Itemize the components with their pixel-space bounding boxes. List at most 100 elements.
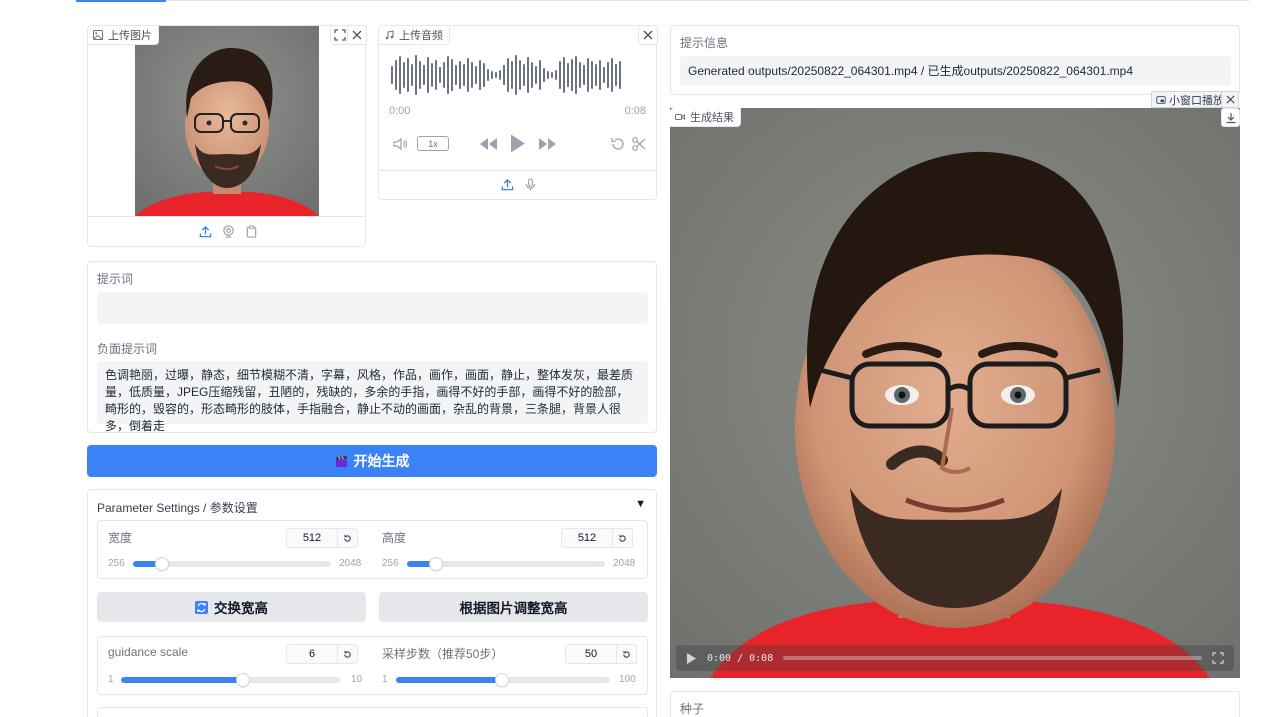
volume-icon[interactable] (392, 136, 408, 152)
width-number-input[interactable]: 512 (286, 528, 358, 548)
video-progress-bar[interactable] (783, 656, 1202, 660)
reset-icon (344, 534, 351, 542)
guidance-scale-value[interactable]: 6 (287, 648, 337, 660)
reset-icon[interactable] (610, 136, 626, 152)
video-time: 0:00 / 0:08 (707, 652, 774, 664)
tab-bar-divider (76, 0, 1250, 1)
collapse-toggle-icon[interactable]: ▼ (635, 498, 646, 510)
active-tab-indicator (76, 0, 166, 2)
parameter-settings-title[interactable]: Parameter Settings / 参数设置 (97, 499, 258, 516)
waveform-bar (455, 65, 457, 85)
height-slider[interactable] (407, 558, 605, 570)
height-number-input[interactable]: 512 (561, 528, 633, 548)
width-reset-button[interactable] (337, 529, 357, 547)
guidance-scale-reset-button[interactable] (337, 645, 357, 663)
waveform-bar (423, 65, 425, 85)
fit-to-image-button[interactable]: 根据图片调整宽高 (379, 592, 648, 622)
info-output: Generated outputs/20250822_064301.mp4 / … (680, 56, 1231, 86)
clear-audio-button[interactable] (638, 25, 658, 45)
waveform-bar (519, 60, 521, 90)
waveform-bar (603, 67, 605, 83)
swap-dimensions-button[interactable]: 交换宽高 (97, 592, 366, 622)
waveform-bar (599, 60, 601, 90)
mini-player-label: 小窗口播放 (1169, 94, 1224, 107)
width-slider[interactable] (133, 558, 331, 570)
fast-forward-icon[interactable] (538, 137, 558, 151)
waveform-bar (439, 67, 441, 83)
waveform-bar (459, 61, 461, 89)
prompt-label: 提示词 (97, 272, 134, 286)
guidance-scale-slider-fill (121, 677, 243, 683)
waveform-bar (399, 56, 401, 94)
guidance-scale-label: guidance scale (108, 645, 189, 659)
waveform-bar (435, 60, 437, 90)
mini-player-button[interactable]: 小窗口播放 (1151, 91, 1229, 108)
waveform-bar (463, 64, 465, 86)
sampling-steps-slider[interactable] (396, 674, 610, 686)
audio-upload-panel: 上传音频 0:00 0:08 1x (378, 25, 658, 200)
height-slider-thumb[interactable] (429, 558, 442, 570)
close-mini-player-button[interactable] (1221, 91, 1239, 108)
height-value[interactable]: 512 (562, 532, 612, 544)
clipboard-icon[interactable] (245, 225, 258, 238)
height-label: 高度 (382, 531, 407, 545)
sampling-steps-slider-thumb[interactable] (495, 674, 508, 686)
start-generate-button[interactable]: 开始生成 (87, 445, 657, 477)
waveform-bar (555, 70, 557, 80)
clear-image-button[interactable] (347, 25, 367, 45)
start-generate-label: 开始生成 (353, 453, 410, 469)
width-value[interactable]: 512 (287, 532, 337, 544)
width-max: 2048 (339, 558, 362, 569)
prompt-input[interactable] (97, 292, 648, 324)
video-play-icon[interactable] (686, 652, 697, 665)
audio-waveform[interactable] (391, 54, 647, 96)
waveform-bar (447, 56, 449, 94)
waveform-bar (543, 68, 545, 82)
rewind-icon[interactable] (478, 137, 498, 151)
picture-in-picture-icon (1156, 95, 1166, 104)
waveform-bar (419, 61, 421, 89)
trim-scissors-icon[interactable] (631, 136, 647, 152)
video-controls: 0:00 / 0:08 (676, 645, 1234, 671)
sampling-steps-number-input[interactable]: 50 (565, 644, 637, 664)
waveform-bar (595, 64, 597, 86)
width-slider-thumb[interactable] (155, 558, 168, 570)
width-min: 256 (108, 558, 125, 569)
waveform-bar (591, 61, 593, 89)
sampling-steps-value[interactable]: 50 (566, 648, 616, 660)
sampling-settings-box: guidance scale 6 1 10 采样步数（推荐50步） 50 1 1… (97, 636, 648, 695)
height-reset-button[interactable] (612, 529, 632, 547)
seed-label: 种子 (680, 702, 705, 716)
waveform-bar (523, 64, 525, 86)
video-fullscreen-icon[interactable] (1212, 652, 1224, 664)
result-video-tag: 生成结果 (670, 108, 741, 127)
negative-prompt-label: 负面提示词 (97, 342, 158, 356)
close-icon (643, 30, 653, 40)
upload-icon[interactable] (501, 178, 514, 191)
guidance-scale-max: 10 (351, 674, 363, 685)
microphone-icon[interactable] (524, 178, 537, 191)
webcam-icon[interactable] (222, 225, 235, 238)
guidance-scale-number-input[interactable]: 6 (286, 644, 358, 664)
download-video-button[interactable] (1221, 108, 1240, 127)
sampling-steps-reset-button[interactable] (616, 645, 636, 663)
height-max: 2048 (613, 558, 636, 569)
waveform-bar (503, 65, 505, 85)
image-upload-tag: 上传图片 (88, 26, 159, 45)
prompt-panel: 提示词 负面提示词 色调艳丽，过曝，静态，细节模糊不清，字幕，风格，作品，画作，… (87, 261, 657, 433)
waveform-bar (471, 62, 473, 88)
waveform-bar (483, 63, 485, 87)
download-icon (1226, 112, 1235, 123)
guidance-scale-slider[interactable] (121, 674, 340, 686)
negative-prompt-input[interactable]: 色调艳丽，过曝，静态，细节模糊不清，字幕，风格，作品，画作，画面，静止，整体发灰… (97, 361, 648, 433)
clapperboard-icon (335, 455, 347, 467)
playback-speed-button[interactable]: 1x (417, 136, 449, 151)
waveform-bar (411, 64, 413, 86)
upload-icon[interactable] (199, 225, 212, 238)
sampling-steps-label: 采样步数（推荐50步） (382, 647, 504, 661)
result-video[interactable] (670, 108, 1240, 678)
play-icon[interactable] (510, 133, 526, 154)
waveform-bar (395, 60, 397, 90)
guidance-scale-slider-thumb[interactable] (236, 674, 249, 686)
waveform-bar (583, 65, 585, 85)
